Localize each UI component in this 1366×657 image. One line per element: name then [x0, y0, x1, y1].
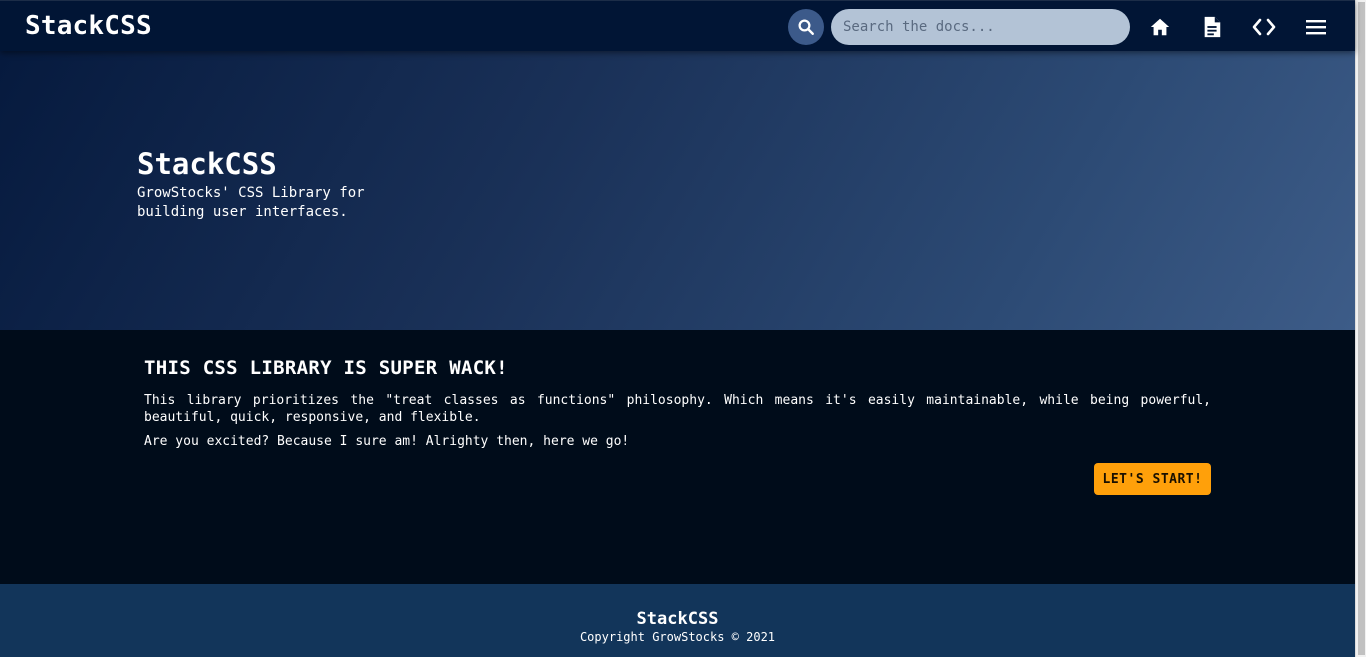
intro-heading: THIS CSS LIBRARY IS SUPER WACK!: [144, 357, 508, 379]
hero-banner: StackCSS GrowStocks' CSS Library for bui…: [0, 51, 1355, 330]
search-icon: [798, 19, 814, 35]
docs-button[interactable]: [1199, 14, 1225, 40]
code-button[interactable]: [1251, 14, 1277, 40]
hero-subtitle: GrowStocks' CSS Library for building use…: [137, 185, 365, 220]
footer: StackCSS Copyright GrowStocks © 2021: [0, 584, 1355, 657]
search-button[interactable]: [788, 9, 824, 45]
intro-paragraph: This library prioritizes the "treat clas…: [144, 393, 1211, 425]
home-button[interactable]: [1147, 14, 1173, 40]
code-icon: [1252, 18, 1276, 36]
menu-button[interactable]: [1303, 14, 1329, 40]
footer-brand: StackCSS: [636, 609, 719, 629]
intro-section: THIS CSS LIBRARY IS SUPER WACK! This lib…: [0, 330, 1355, 584]
intro-excited-text: Are you excited? Because I sure am! Alri…: [144, 434, 630, 449]
page: StackCSS Search the docs... StackCSS Gro…: [0, 0, 1366, 657]
lets-start-button[interactable]: LET'S START!: [1094, 463, 1211, 495]
scrollbar-thumb[interactable]: [1358, 2, 1365, 655]
document-icon: [1204, 16, 1221, 38]
search-input[interactable]: [831, 9, 1130, 45]
footer-copyright: Copyright GrowStocks © 2021: [579, 630, 776, 644]
home-icon: [1150, 18, 1170, 36]
navbar: StackCSS: [0, 0, 1355, 51]
hero-title: StackCSS: [137, 147, 277, 181]
brand-logo[interactable]: StackCSS: [25, 10, 152, 42]
hamburger-menu-icon: [1306, 20, 1326, 35]
page-scrollbar[interactable]: [1355, 0, 1366, 657]
